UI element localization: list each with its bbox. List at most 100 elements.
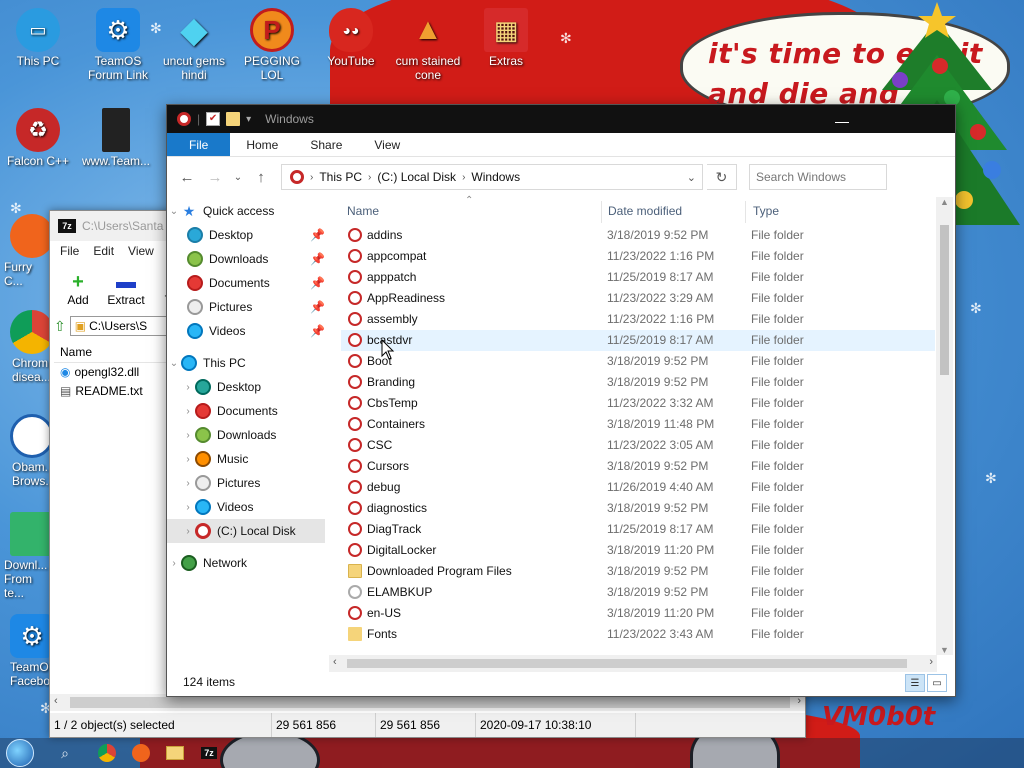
breadcrumb-this-pc[interactable]: This PC bbox=[315, 170, 366, 184]
file-row[interactable]: ELAMBKUP 3/18/2019 9:52 PM File folder bbox=[341, 582, 935, 603]
pin-icon[interactable]: 📌 bbox=[310, 228, 325, 242]
file-row[interactable]: appcompat 11/23/2022 1:16 PM File folder bbox=[341, 246, 935, 267]
nav-quick-desktop[interactable]: Desktop 📌 bbox=[167, 223, 325, 247]
search-input[interactable]: Search Windows bbox=[749, 164, 887, 190]
new-folder-icon[interactable] bbox=[226, 112, 241, 126]
add-button[interactable]: + Add bbox=[56, 271, 100, 307]
nav-network[interactable]: › Network bbox=[167, 551, 325, 575]
up-folder-icon[interactable]: ⇧ bbox=[54, 318, 66, 335]
desktop-icon-www-team[interactable]: www.Team... bbox=[78, 108, 154, 168]
menu-view[interactable]: View bbox=[128, 244, 154, 258]
nav-pc-downloads[interactable]: › Downloads bbox=[167, 423, 325, 447]
file-row[interactable]: debug 11/26/2019 4:40 AM File folder bbox=[341, 477, 935, 498]
menu-edit[interactable]: Edit bbox=[93, 244, 114, 258]
nav-quick-documents[interactable]: Documents 📌 bbox=[167, 271, 325, 295]
nav-quick-access[interactable]: ⌄ ★ Quick access bbox=[167, 199, 325, 223]
file-row[interactable]: Downloaded Program Files 3/18/2019 9:52 P… bbox=[341, 561, 935, 582]
file-row[interactable]: bcastdvr 11/25/2019 8:17 AM File folder bbox=[341, 330, 935, 351]
vertical-scrollbar[interactable]: ▲ ▼ bbox=[936, 197, 953, 655]
details-view-button[interactable]: ☰ bbox=[905, 674, 925, 692]
desktop-icon-uncut-gems[interactable]: ◆ uncut gems hindi bbox=[156, 8, 232, 83]
taskbar-chrome[interactable] bbox=[90, 738, 124, 768]
desktop-icon-pegging[interactable]: P PEGGING LOL bbox=[234, 8, 310, 82]
column-header-date[interactable]: Date modified bbox=[608, 204, 682, 218]
scroll-down-icon[interactable]: ▼ bbox=[936, 645, 953, 655]
scroll-left-icon[interactable]: ‹ bbox=[54, 695, 58, 707]
file-row[interactable]: diagnostics 3/18/2019 9:52 PM File folder bbox=[341, 498, 935, 519]
desktop-icon-teamos-facebook[interactable]: ⚙ TeamO... Facebo... bbox=[0, 614, 60, 688]
column-header-type[interactable]: Type bbox=[753, 204, 779, 218]
file-row[interactable]: Cursors 3/18/2019 9:52 PM File folder bbox=[341, 456, 935, 477]
nav-pc-videos[interactable]: › Videos bbox=[167, 495, 325, 519]
nav-quick-downloads[interactable]: Downloads 📌 bbox=[167, 247, 325, 271]
list-item[interactable]: ▤ README.txt bbox=[54, 382, 172, 401]
tab-share[interactable]: Share bbox=[294, 133, 358, 156]
file-row[interactable]: DiagTrack 11/25/2019 8:17 AM File folder bbox=[341, 519, 935, 540]
scroll-thumb[interactable] bbox=[347, 659, 907, 668]
large-icons-view-button[interactable]: ▭ bbox=[927, 674, 947, 692]
scroll-up-icon[interactable]: ▲ bbox=[936, 197, 953, 207]
desktop-icon-cone[interactable]: ▲ cum stained cone bbox=[390, 8, 466, 83]
properties-icon[interactable]: ✔ bbox=[206, 112, 221, 126]
file-row[interactable]: Boot 3/18/2019 9:52 PM File folder bbox=[341, 351, 935, 372]
file-row[interactable]: DigitalLocker 3/18/2019 11:20 PM File fold… bbox=[341, 540, 935, 561]
file-row[interactable]: CbsTemp 11/23/2022 3:32 AM File folder bbox=[341, 393, 935, 414]
file-row[interactable]: Containers 3/18/2019 11:48 PM File folder bbox=[341, 414, 935, 435]
customize-dropdown-icon[interactable]: ▾ bbox=[246, 114, 251, 125]
tab-file[interactable]: File bbox=[167, 133, 231, 156]
nav-this-pc[interactable]: ⌄ This PC bbox=[167, 351, 325, 375]
file-row[interactable]: AppReadiness 11/23/2022 3:29 AM File folde… bbox=[341, 288, 935, 309]
address-bar[interactable]: › This PC › (C:) Local Disk › Windows ⌄ bbox=[281, 164, 703, 190]
up-button[interactable]: ↑ bbox=[249, 165, 273, 189]
file-row[interactable]: assembly 11/23/2022 1:16 PM File folder bbox=[341, 309, 935, 330]
file-row[interactable]: en-US 3/18/2019 11:20 PM File folder bbox=[341, 603, 935, 624]
pin-icon[interactable]: 📌 bbox=[310, 276, 325, 290]
minimize-button[interactable] bbox=[819, 105, 865, 133]
nav-pc-desktop[interactable]: › Desktop bbox=[167, 375, 325, 399]
extract-button[interactable]: ▬ Extract bbox=[104, 271, 148, 307]
breadcrumb-local-disk[interactable]: (C:) Local Disk bbox=[373, 170, 460, 184]
scroll-right-icon[interactable]: › bbox=[929, 656, 933, 668]
column-header-name[interactable]: Name bbox=[347, 204, 379, 218]
pin-icon[interactable]: 📌 bbox=[310, 252, 325, 266]
column-divider[interactable] bbox=[601, 201, 602, 223]
tab-home[interactable]: Home bbox=[230, 133, 294, 156]
list-item[interactable]: ◉ opengl32.dll bbox=[54, 363, 172, 382]
desktop-icon-obama[interactable]: Obam... Brows... bbox=[0, 414, 55, 488]
refresh-button[interactable]: ↻ bbox=[707, 164, 737, 190]
column-header-name[interactable]: Name bbox=[54, 341, 172, 363]
nav-pc-documents[interactable]: › Documents bbox=[167, 399, 325, 423]
scroll-thumb[interactable] bbox=[940, 225, 949, 375]
desktop-icon-furry[interactable]: Furry C... bbox=[0, 214, 54, 288]
pin-icon[interactable]: 📌 bbox=[310, 324, 325, 338]
recent-locations-button[interactable]: ⌄ bbox=[231, 165, 245, 189]
nav-quick-pictures[interactable]: Pictures 📌 bbox=[167, 295, 325, 319]
desktop-icon-teamos-forum[interactable]: ⚙ TeamOS Forum Link bbox=[80, 8, 156, 82]
menu-file[interactable]: File bbox=[60, 244, 79, 258]
back-button[interactable]: ← bbox=[175, 165, 199, 189]
desktop-icon-download[interactable]: Downl... From te... bbox=[0, 512, 54, 600]
nav-pc-music[interactable]: › Music bbox=[167, 447, 325, 471]
desktop-icon-extras[interactable]: ▦ Extras bbox=[468, 8, 544, 68]
file-row[interactable]: apppatch 11/25/2019 8:17 AM File folder bbox=[341, 267, 935, 288]
file-row[interactable]: addins 3/18/2019 9:52 PM File folder bbox=[341, 225, 935, 246]
forward-button[interactable]: → bbox=[203, 165, 227, 189]
desktop-icon-falcon[interactable]: ♻ Falcon C++ bbox=[0, 108, 76, 168]
file-row[interactable]: Branding 3/18/2019 9:52 PM File folder bbox=[341, 372, 935, 393]
breadcrumb-windows[interactable]: Windows bbox=[467, 170, 524, 184]
pin-icon[interactable]: 📌 bbox=[310, 300, 325, 314]
taskbar-7zip[interactable]: 7z bbox=[192, 738, 226, 768]
taskbar-search-button[interactable]: ⌕ bbox=[40, 738, 90, 768]
desktop-icon-this-pc[interactable]: ▭ This PC bbox=[0, 8, 76, 68]
start-button[interactable] bbox=[0, 738, 40, 768]
file-row[interactable]: Fonts 11/23/2022 3:43 AM File folder bbox=[341, 624, 935, 645]
taskbar-file-explorer[interactable] bbox=[158, 738, 192, 768]
nav-pc-local-disk[interactable]: › (C:) Local Disk bbox=[167, 519, 325, 543]
file-row[interactable]: CSC 11/23/2022 3:05 AM File folder bbox=[341, 435, 935, 456]
nav-pc-pictures[interactable]: › Pictures bbox=[167, 471, 325, 495]
taskbar-firefox[interactable] bbox=[124, 738, 158, 768]
scroll-left-icon[interactable]: ‹ bbox=[333, 656, 337, 668]
column-divider[interactable] bbox=[745, 201, 746, 223]
explorer-title-bar[interactable]: | ✔ ▾ Windows bbox=[167, 105, 955, 133]
sevenzip-path-input[interactable]: ▣ C:\Users\S bbox=[69, 316, 170, 336]
